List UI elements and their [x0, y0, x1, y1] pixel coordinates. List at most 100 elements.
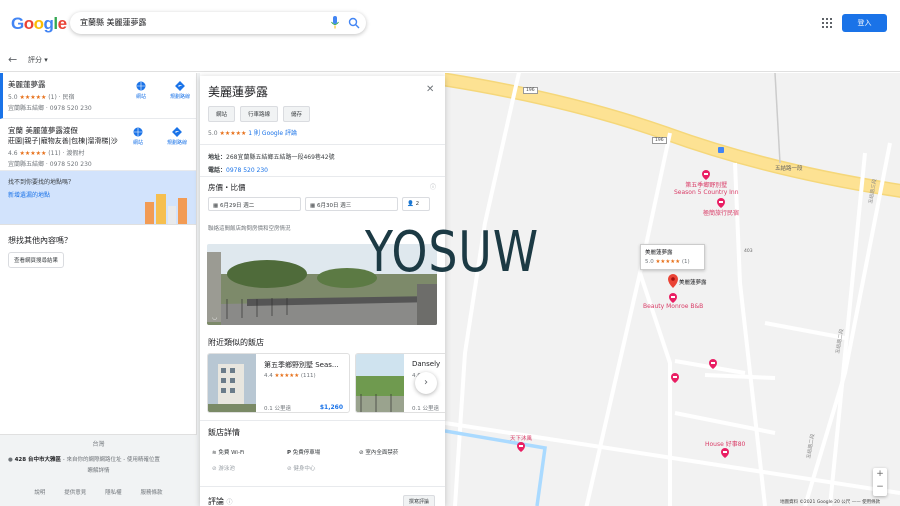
zoom-out-button[interactable]: − [873, 481, 887, 494]
amenity-wifi: ≋ 免費 Wi-Fi [212, 450, 245, 456]
parking-icon: P [287, 450, 292, 456]
search-input[interactable]: 宜蘭縣 美麗蓮夢露 [80, 17, 147, 28]
building-illustration [156, 194, 166, 224]
apps-grid-icon[interactable] [822, 18, 832, 28]
road-badge: 196 [523, 87, 538, 94]
close-icon[interactable]: ✕ [426, 84, 434, 95]
tooltip-name: 美麗蓮夢露 [645, 250, 673, 256]
website-button[interactable]: 網站 [129, 81, 153, 100]
hotel-card[interactable]: 第五季鄉野別墅 Seas... 4.4 ★★★★★ (111) 0.1 公里遠 … [207, 353, 350, 413]
hotel-rating: 4.4 ★★★★★ (111) [264, 373, 316, 379]
promo-text: 找不到你要找的地點嗎？ [8, 179, 75, 186]
privacy-link[interactable]: 隱私權 [105, 488, 122, 496]
gym-icon: ⊘ [287, 466, 292, 472]
logo-letter: o [33, 14, 44, 33]
place-contact: 宜蘭縣五結鄉 · 0978 520 230 [8, 105, 92, 112]
guests-selector[interactable]: 👤 2 [402, 197, 430, 211]
reviews-heading: 評論 ⓘ [208, 497, 233, 506]
web-results-button[interactable]: 查看網頁搜尋結果 [8, 252, 65, 268]
other-title: 想找其他內容嗎？ [8, 236, 72, 245]
poi-label[interactable]: 天下沐風 [510, 434, 532, 452]
hotel-image [208, 354, 256, 412]
directions-icon [172, 127, 182, 137]
selected-place-pin-icon[interactable] [668, 274, 678, 288]
reviews-link[interactable]: 1 則 Google 評論 [248, 130, 297, 137]
checkout-date[interactable]: ▦ 6月30日 週三 [305, 197, 398, 211]
logo-letter: g [43, 14, 54, 33]
logo-letter: e [57, 14, 67, 33]
place-name[interactable]: 美麗蓮夢露 [8, 79, 188, 90]
footer: 台灣 ● 428 台中市大雅區 - 來自你的網際網路位址 - 使用精確位置 瞭解… [0, 434, 197, 506]
hotel-pin-icon [669, 293, 678, 303]
hotel-pin-icon[interactable] [671, 373, 679, 383]
phone: 電話：0978 520 230 [208, 167, 269, 174]
map[interactable]: 196 196 五結路一段 403 五結路三段 五結路二段 五結路二段 第五季鄉… [445, 73, 900, 506]
back-arrow-icon[interactable]: ← [8, 53, 17, 66]
road-label: 403 [744, 249, 753, 254]
feedback-link[interactable]: 提供意見 [64, 488, 86, 496]
street-view-icon: ◡ [212, 314, 218, 321]
save-button[interactable]: 儲存 [283, 106, 311, 122]
logo-letter: G [11, 14, 24, 33]
directions-button[interactable]: 規劃路線 [168, 81, 192, 100]
zoom-in-button[interactable]: + [873, 468, 887, 481]
write-review-button[interactable]: 撰寫評論 [403, 495, 436, 506]
hotel-pin-icon [717, 198, 725, 208]
other-content: 想找其他內容嗎？ 查看網頁搜尋結果 [0, 225, 196, 278]
divider [200, 420, 445, 421]
poi-label[interactable]: Beauty Monroe B&B [643, 293, 703, 310]
transit-icon[interactable] [717, 146, 725, 154]
learn-more-link[interactable]: 瞭解詳情 [0, 466, 197, 474]
amenity-pool: ⊘ 游泳池 [212, 466, 235, 472]
place-details-panel: 美麗蓮夢露 ✕ 網站 行車路線 儲存 5.0 ★★★★★ 1 則 Google … [200, 76, 445, 506]
website-button[interactable]: 網站 [126, 127, 150, 146]
selected-place-label[interactable]: 美麗蓮夢露 [679, 278, 707, 286]
place-name[interactable]: 宜蘭 美麗蓮夢露渡假 [8, 125, 188, 136]
directions-button[interactable]: 行車路線 [240, 106, 279, 122]
hotel-distance: 0.1 公里遠 [264, 406, 291, 412]
watermark: YOSUW [365, 220, 539, 285]
poi-label[interactable]: 第五季鄉野別墅 Season 5 Country Inn [674, 170, 739, 196]
search-box[interactable]: 宜蘭縣 美麗蓮夢露 [70, 12, 366, 34]
results-list: 美麗蓮夢露 5.0 ★★★★★ (1) · 民宿 宜蘭縣五結鄉 · 0978 5… [0, 73, 197, 506]
poi-label[interactable]: 極簡旅行民宿 [703, 198, 739, 217]
no-smoking-icon: ⊘ [359, 450, 364, 456]
map-attribution: 地圖資料 ©2021 Google 20 公尺 —— 使用條款 [780, 500, 881, 505]
login-button[interactable]: 登入 [842, 14, 887, 32]
hotel-distance: 0.1 公里遠 [412, 406, 439, 412]
place-contact: 宜蘭縣五結鄉 · 0978 520 230 [8, 161, 92, 168]
directions-button[interactable]: 規劃路線 [165, 127, 189, 146]
info-icon[interactable]: ⓘ [430, 182, 436, 191]
carousel-next-button[interactable]: › [415, 372, 437, 394]
amenity-gym: ⊘ 健身中心 [287, 466, 316, 472]
poi-label[interactable]: House 好事80 [705, 439, 745, 458]
missing-place-promo: 找不到你要找的地點嗎？ 新增遺漏的地點 [0, 171, 196, 225]
hotel-pin-icon [702, 170, 711, 180]
header: Google 宜蘭縣 美麗蓮夢露 登入 [0, 0, 900, 46]
building-illustration [145, 202, 154, 224]
price-heading: 房價・比價 [208, 183, 246, 192]
building-illustration [168, 206, 176, 224]
help-link[interactable]: 說明 [34, 488, 45, 496]
similar-heading: 附近類似的飯店 [208, 338, 264, 347]
list-item[interactable]: 美麗蓮夢露 5.0 ★★★★★ (1) · 民宿 宜蘭縣五結鄉 · 0978 5… [0, 73, 196, 119]
sort-dropdown[interactable]: 評分 ▾ [28, 55, 48, 65]
hotel-pin-icon[interactable] [709, 359, 717, 369]
microphone-icon[interactable] [330, 16, 340, 30]
search-icon[interactable] [348, 17, 360, 29]
checkin-date[interactable]: ▦ 6月29日 週二 [208, 197, 301, 211]
footer-location: ● 428 台中市大雅區 - 來自你的網際網路位址 - 使用精確位置 [8, 457, 160, 463]
google-logo[interactable]: Google [11, 14, 67, 34]
website-button[interactable]: 網站 [208, 106, 236, 122]
info-icon[interactable]: ⓘ [227, 499, 233, 506]
panel-rating: 5.0 ★★★★★ 1 則 Google 評論 [208, 130, 297, 137]
list-item[interactable]: 宜蘭 美麗蓮夢露渡假 莊園|親子|寵物友善|包棟|溜滑梯|沙 4.6 ★★★★★… [0, 119, 196, 171]
place-tooltip[interactable]: 美麗蓮夢露 5.0 ★★★★★ (1) [640, 244, 705, 270]
zoom-controls: + − [873, 468, 887, 496]
panel-actions: 網站 行車路線 儲存 [208, 106, 311, 122]
tooltip-rating: 5.0 ★★★★★ (1) [645, 259, 690, 265]
divider [200, 176, 445, 177]
phone-link[interactable]: 0978 520 230 [226, 167, 268, 174]
road-badge: 196 [652, 137, 667, 144]
terms-link[interactable]: 服務條款 [141, 488, 163, 496]
